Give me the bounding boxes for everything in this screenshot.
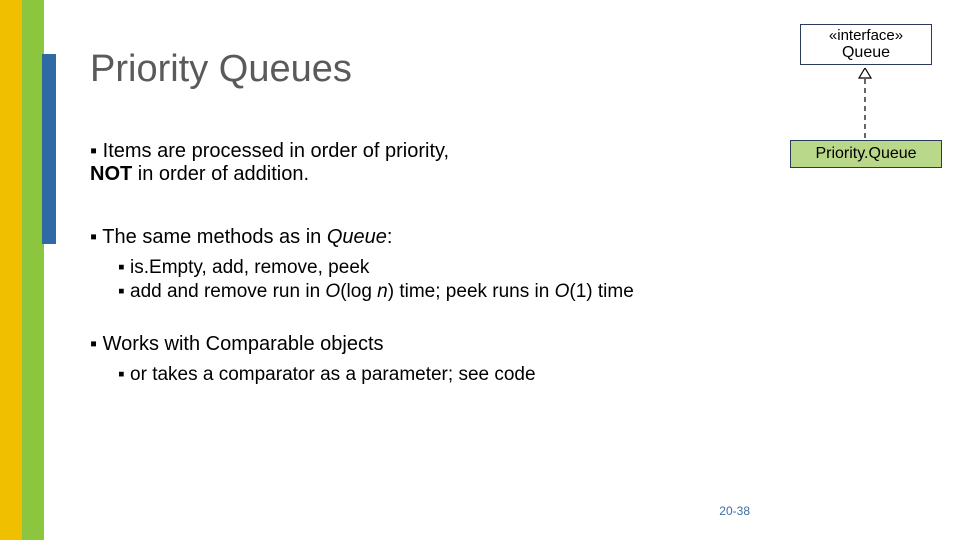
- slide-number: 20-38: [719, 504, 750, 518]
- bullet-2-italic: Queue: [327, 226, 387, 248]
- bullet-1-text-a: Items are processed in order of priority…: [103, 140, 449, 162]
- bullet-3-sub: or takes a comparator as a parameter; se…: [118, 364, 930, 386]
- bullet-2-text-a: The same methods as in: [102, 226, 327, 248]
- sub-bullet-2: add and remove run in O(log n) time; pee…: [118, 281, 930, 303]
- bullet-2-sub: is.Empty, add, remove, peek add and remo…: [118, 257, 930, 303]
- sub-bullet-3-text: or takes a comparator as a parameter; se…: [130, 364, 536, 385]
- uml-realization-arrow: [855, 68, 875, 140]
- bullet-1: Items are processed in order of priority…: [90, 140, 930, 186]
- uml-queue-box: «interface» Queue: [800, 24, 932, 65]
- bullet-3: Works with Comparable objects: [90, 333, 930, 356]
- bullet-1-text-c: in order of addition.: [132, 163, 309, 185]
- sub-2-f: O: [555, 281, 570, 302]
- sub-2-b: O: [325, 281, 340, 302]
- sub-2-a: add and remove run in: [130, 281, 325, 302]
- sub-2-d: n: [377, 281, 388, 302]
- uml-queue-label: Queue: [801, 44, 931, 62]
- uml-stereotype: «interface»: [801, 27, 931, 44]
- slide-body: Items are processed in order of priority…: [90, 140, 930, 388]
- slide-title: Priority Queues: [90, 48, 352, 91]
- sub-bullet-1-text: is.Empty, add, remove, peek: [130, 257, 369, 278]
- sub-2-g: (1) time: [569, 281, 633, 302]
- sub-2-c: (log: [340, 281, 377, 302]
- bullet-2: The same methods as in Queue:: [90, 226, 930, 249]
- sub-bullet-3: or takes a comparator as a parameter; se…: [118, 364, 930, 386]
- bullet-3-text: Works with Comparable objects: [103, 333, 384, 355]
- sub-bullet-1: is.Empty, add, remove, peek: [118, 257, 930, 279]
- bullet-2-text-c: :: [387, 226, 393, 248]
- accent-stripe-green: [22, 0, 44, 540]
- accent-stripe-blue: [42, 54, 56, 244]
- bullet-1-bold: NOT: [90, 163, 132, 185]
- accent-stripe-yellow: [0, 0, 22, 540]
- sub-2-e: ) time; peek runs in: [388, 281, 555, 302]
